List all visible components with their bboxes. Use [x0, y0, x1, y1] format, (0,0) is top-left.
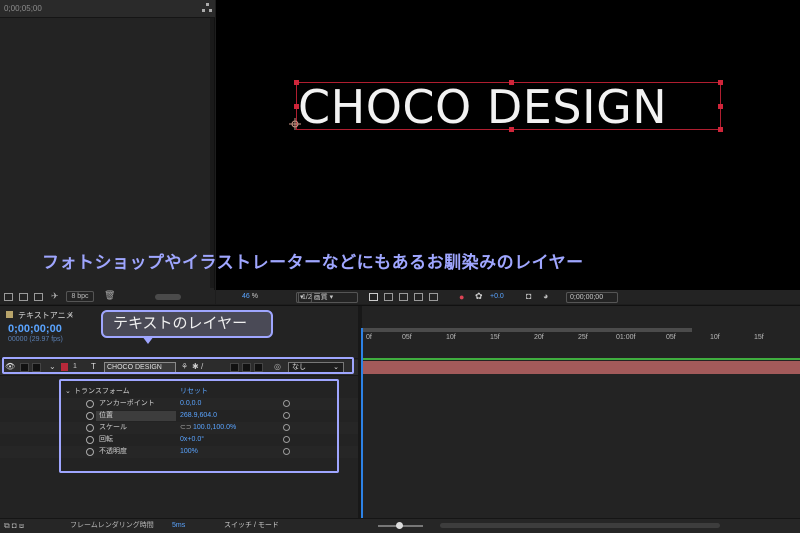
flowchart-icon[interactable]: [202, 3, 212, 13]
mask-visibility-icon[interactable]: [399, 293, 408, 301]
project-timecode: 0;00;05;00: [4, 4, 42, 13]
project-panel: 0;00;05;00: [0, 0, 215, 290]
zoom-unit: %: [251, 293, 258, 300]
annotation-caption: フォトショップやイラストレーターなどにもあるお馴染みのレイヤー: [42, 253, 584, 272]
transform-handle-mr[interactable]: [718, 104, 723, 109]
tab-composition[interactable]: テキストアニメ: [18, 310, 74, 321]
comp-tab-swatch: [6, 311, 13, 318]
time-ruler[interactable]: 0f 05f 10f 15f 20f 25f 01:00f 05f 10f 15…: [362, 328, 800, 346]
highlight-layer-row: [2, 357, 354, 374]
project-header: 0;00;05;00: [0, 0, 215, 18]
transform-handle-bm[interactable]: [509, 127, 514, 132]
composition-text[interactable]: CHOCO DESIGN: [298, 80, 667, 134]
color-channel-icon[interactable]: ●: [459, 292, 464, 302]
row-divider: [0, 375, 358, 376]
interpret-footage-icon[interactable]: [4, 293, 13, 301]
layer-duration-bar[interactable]: [362, 361, 800, 374]
bpc-button[interactable]: 8 bpc: [66, 291, 94, 302]
zoom-slider-thumb[interactable]: [396, 522, 403, 529]
tick-label: 0f: [366, 334, 372, 341]
timeline-scrollbar[interactable]: [440, 523, 720, 528]
show-snapshot-icon[interactable]: ◕: [543, 291, 548, 301]
new-folder-icon[interactable]: [19, 293, 28, 301]
tick-label: 10f: [446, 334, 456, 341]
pin-icon[interactable]: ✈: [51, 291, 59, 302]
render-time-label: フレームレンダリング時間: [70, 522, 154, 529]
region-of-interest-icon[interactable]: [414, 293, 423, 301]
resolution-dropdown[interactable]: 1/2 画質 ▾: [298, 292, 358, 303]
status-bar: ⧉ ◘ ⧈ フレームレンダリング時間 5ms スイッチ / モード: [0, 518, 800, 533]
close-icon[interactable]: ×: [68, 309, 73, 319]
tick-label: 15f: [490, 334, 500, 341]
switch-mode-toggle[interactable]: スイッチ / モード: [224, 519, 279, 533]
tick-label: 15f: [754, 334, 764, 341]
render-icons[interactable]: ⧉ ◘ ⧈: [4, 519, 24, 533]
transform-handle-ml[interactable]: [294, 104, 299, 109]
grid-icon[interactable]: [429, 293, 438, 301]
transform-handle-tm[interactable]: [509, 80, 514, 85]
snapshot-icon[interactable]: ◘: [526, 291, 531, 301]
fast-preview-icon[interactable]: [369, 293, 378, 301]
tick-label: 10f: [710, 334, 720, 341]
render-time-value: 5ms: [172, 522, 186, 529]
work-area-indicator: [362, 358, 800, 360]
project-toolbar: ✈ 8 bpc 🗑: [0, 290, 215, 304]
exposure-reset-icon[interactable]: ✿: [475, 291, 483, 302]
transform-handle-br[interactable]: [718, 127, 723, 132]
exposure-value[interactable]: +0.0: [490, 293, 504, 300]
new-composition-icon[interactable]: [34, 293, 43, 301]
project-zoom-slider[interactable]: [155, 294, 181, 300]
trash-icon[interactable]: 🗑: [104, 290, 115, 301]
resolution-label: 1/2 画質: [302, 294, 328, 301]
tick-label: 20f: [534, 334, 544, 341]
zoom-value[interactable]: 46: [242, 293, 250, 300]
transform-handle-tl[interactable]: [294, 80, 299, 85]
viewer-toolbar: 46 % ▾ 1/2 画質 ▾ ● ✿ +0.0 ◘ ◕ 0;00;00;00: [216, 290, 800, 304]
zoom-readout: 46 %: [242, 293, 258, 300]
tick-label: 05f: [666, 334, 676, 341]
highlight-transform-props: [59, 379, 339, 473]
composition-viewer[interactable]: CHOCO DESIGN: [216, 0, 800, 290]
anchor-point-icon[interactable]: [289, 118, 301, 130]
callout-label: テキストのレイヤー: [101, 310, 273, 338]
frame-info: 00000 (29.97 fps): [8, 336, 63, 343]
viewer-time-display[interactable]: 0;00;00;00: [566, 292, 618, 303]
tick-label: 05f: [402, 334, 412, 341]
transform-handle-tr[interactable]: [718, 80, 723, 85]
current-time[interactable]: 0;00;00;00: [8, 323, 62, 335]
transparency-grid-icon[interactable]: [384, 293, 393, 301]
tick-label: 01:00f: [616, 334, 636, 341]
playhead[interactable]: [361, 328, 363, 528]
tick-label: 25f: [578, 334, 588, 341]
